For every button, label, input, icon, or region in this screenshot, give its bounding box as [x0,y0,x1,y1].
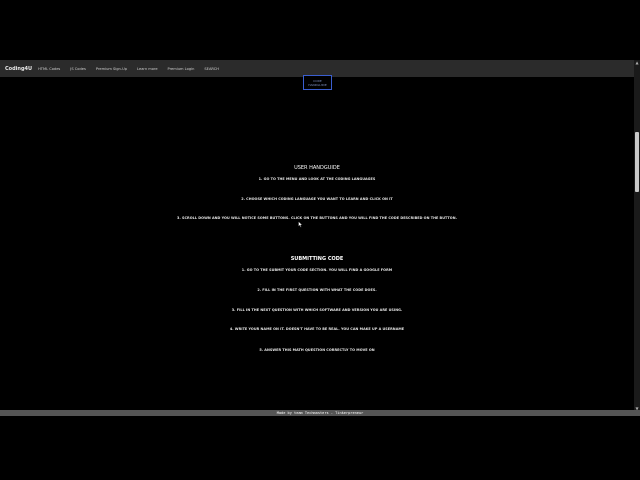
mouse-cursor-icon [298,221,303,228]
page-scrollbar[interactable]: ▲ ▼ [634,60,640,412]
bottom-blank-area [0,416,640,480]
nav-link-html-codes[interactable]: HTML Codes [38,67,60,71]
submit-step-5: 5. ANSWER THIS MATH QUESTION CORRECTLY T… [259,348,375,352]
submitting-code-title: SUBMITTING CODE [290,256,344,262]
handguide-step-2: 2. CHOOSE WHICH CODING LANGUAGE YOU WANT… [241,197,393,201]
nav-link-js-codes[interactable]: JS Codes [70,67,86,71]
main-content [0,77,634,410]
nav-link-premium-signup[interactable]: Premium Sign-Up [96,67,127,71]
scroll-thumb[interactable] [635,132,639,192]
handguide-step-1: 1. GO TO THE MENU AND LOOK AT THE CODING… [258,177,376,181]
submit-step-2: 2. FILL IN THE FIRST QUESTION WITH WHAT … [257,288,377,292]
user-handguide-title: USER HANDGUIDE [294,165,340,171]
handguide-step-3: 3. SCROLL DOWN AND YOU WILL NOTICE SOME … [177,216,457,220]
submit-step-4: 4. WRITE YOUR NAME ON IT. DOESN'T HAVE T… [229,327,405,331]
code-handguide-button[interactable]: CODE HANDGUIDE [303,75,332,90]
submit-step-1: 1. GO TO THE SUBMIT YOUR CODE SECTION. Y… [241,268,393,272]
nav-link-search[interactable]: SEARCH [204,67,219,71]
scroll-up-arrow-icon[interactable]: ▲ [634,60,640,66]
brand-logo[interactable]: Coding4U [0,66,38,72]
nav-link-learn-more[interactable]: Learn more [137,67,158,71]
nav-link-premium-login[interactable]: Premium Login [168,67,195,71]
code-button-line2: HANDGUIDE [308,82,327,87]
submit-step-3: 3. FILL IN THE NEXT QUESTION WITH WHICH … [231,308,403,312]
top-blank-area [0,0,640,60]
